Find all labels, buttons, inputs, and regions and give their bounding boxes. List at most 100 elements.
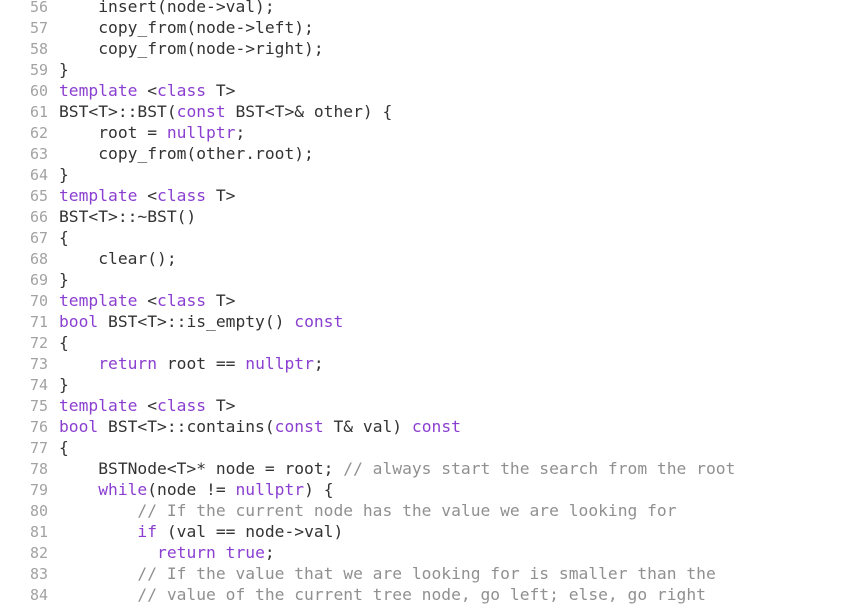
code-token-pl: <: [137, 186, 158, 205]
code-line[interactable]: 57 copy_from(node->left);: [0, 17, 843, 38]
code-line[interactable]: 84 // value of the current tree node, go…: [0, 584, 843, 605]
code-line[interactable]: 69}: [0, 269, 843, 290]
line-number: 83: [29, 565, 48, 583]
code-token-pl: copy_from(other.root);: [59, 144, 314, 163]
code-line-text[interactable]: return root == nullptr;: [48, 353, 843, 374]
line-number: 77: [29, 439, 48, 457]
code-line[interactable]: 70 template <class T>: [0, 290, 843, 311]
code-line-text[interactable]: BST<T>::~BST(): [48, 206, 843, 227]
code-line-text[interactable]: template <class T>: [48, 290, 843, 311]
code-token-pl: {: [59, 438, 69, 457]
code-token-pl: <: [137, 396, 158, 415]
code-line-text[interactable]: insert(node->val);: [48, 0, 843, 17]
line-number: 78: [29, 460, 48, 478]
code-token-pl: {: [59, 333, 69, 352]
code-line-text[interactable]: if (val == node->val): [48, 521, 843, 542]
code-line[interactable]: 63 copy_from(other.root);: [0, 143, 843, 164]
code-token-pl: (val == node->val): [157, 522, 344, 541]
code-token-kw: template: [59, 291, 138, 310]
code-line[interactable]: 81 if (val == node->val): [0, 521, 843, 542]
code-line-text[interactable]: template <class T>: [48, 395, 843, 416]
code-line[interactable]: 74}: [0, 374, 843, 395]
code-line[interactable]: 67 {: [0, 227, 843, 248]
code-line-text[interactable]: // If the current node has the value we …: [48, 500, 843, 521]
line-number: 59: [29, 61, 48, 79]
code-token-kw: const: [294, 312, 344, 331]
code-line[interactable]: 82 return true;: [0, 542, 843, 563]
code-line-text[interactable]: bool BST<T>::is_empty() const: [48, 311, 843, 332]
code-line[interactable]: 64}: [0, 164, 843, 185]
code-line[interactable]: 61 BST<T>::BST(const BST<T>& other) {: [0, 101, 843, 122]
line-number: 72: [29, 334, 48, 352]
code-line-text[interactable]: }: [48, 59, 843, 80]
code-line[interactable]: 60 template <class T>: [0, 80, 843, 101]
code-line-text[interactable]: BSTNode<T>* node = root; // always start…: [48, 458, 843, 479]
code-line[interactable]: 66 BST<T>::~BST(): [0, 206, 843, 227]
code-line[interactable]: 76 bool BST<T>::contains(const T& val) co…: [0, 416, 843, 437]
code-editor[interactable]: 56 insert(node->val); 57 copy_from(node->…: [0, 0, 843, 616]
code-line[interactable]: 77 {: [0, 437, 843, 458]
code-token-kw: class: [157, 396, 207, 415]
code-line-text[interactable]: // value of the current tree node, go le…: [48, 584, 843, 605]
code-line-text[interactable]: // If the value that we are looking for …: [48, 563, 843, 584]
code-line-text[interactable]: template <class T>: [48, 80, 843, 101]
code-token-pl: insert(node->val);: [59, 0, 275, 16]
code-line[interactable]: 80 // If the current node has the value …: [0, 500, 843, 521]
code-line-text[interactable]: while(node != nullptr) {: [48, 479, 843, 500]
code-line-text[interactable]: BST<T>::BST(const BST<T>& other) {: [48, 101, 843, 122]
code-line-text[interactable]: root = nullptr;: [48, 122, 843, 143]
code-line[interactable]: 72 {: [0, 332, 843, 353]
code-token-pl: T>: [206, 291, 236, 310]
code-token-kw: template: [59, 81, 138, 100]
code-line-text[interactable]: bool BST<T>::contains(const T& val) cons…: [48, 416, 843, 437]
code-line-text[interactable]: }: [48, 269, 843, 290]
code-line-text[interactable]: {: [48, 227, 843, 248]
code-line-text[interactable]: {: [48, 437, 843, 458]
code-line-text[interactable]: copy_from(node->left);: [48, 17, 843, 38]
line-number: 60: [29, 82, 48, 100]
code-line[interactable]: 75 template <class T>: [0, 395, 843, 416]
code-token-kw: nullptr: [245, 354, 314, 373]
code-token-kw: nullptr: [166, 123, 236, 142]
code-line[interactable]: 73 return root == nullptr;: [0, 353, 843, 374]
code-line-text[interactable]: copy_from(other.root);: [48, 143, 843, 164]
code-line[interactable]: 78 BSTNode<T>* node = root; // always st…: [0, 458, 843, 479]
code-line-text[interactable]: return true;: [48, 542, 843, 563]
code-token-kw: class: [157, 81, 207, 100]
code-line-text[interactable]: template <class T>: [48, 185, 843, 206]
code-token-kw: const: [176, 102, 226, 121]
code-token-pl: {: [59, 228, 69, 247]
code-line[interactable]: 59}: [0, 59, 843, 80]
code-token-kw: if: [137, 522, 158, 541]
code-line-text[interactable]: }: [48, 374, 843, 395]
code-line[interactable]: 68 clear();: [0, 248, 843, 269]
code-token-kw: return: [157, 543, 216, 562]
code-line[interactable]: 56 insert(node->val);: [0, 0, 843, 17]
code-token-pl: clear();: [59, 249, 177, 268]
code-token-pl: }: [59, 60, 69, 79]
code-line[interactable]: 83 // If the value that we are looking f…: [0, 563, 843, 584]
code-line[interactable]: 58 copy_from(node->right);: [0, 38, 843, 59]
line-number: 63: [29, 145, 48, 163]
code-token-pl: T>: [206, 186, 236, 205]
code-line[interactable]: 71 bool BST<T>::is_empty() const: [0, 311, 843, 332]
code-token-kw: while: [98, 480, 148, 499]
code-line[interactable]: 65 template <class T>: [0, 185, 843, 206]
code-token-pl: (node !=: [147, 480, 236, 499]
code-token-pl: BST<T>::contains(: [98, 417, 275, 436]
code-line-text[interactable]: clear();: [48, 248, 843, 269]
line-number: 75: [29, 397, 48, 415]
code-line-text[interactable]: copy_from(node->right);: [48, 38, 843, 59]
code-line[interactable]: 79 while(node != nullptr) {: [0, 479, 843, 500]
code-line-text[interactable]: {: [48, 332, 843, 353]
line-number: 84: [29, 586, 48, 604]
code-line[interactable]: 62 root = nullptr;: [0, 122, 843, 143]
code-line-text[interactable]: }: [48, 164, 843, 185]
code-token-pl: root =: [59, 123, 167, 142]
